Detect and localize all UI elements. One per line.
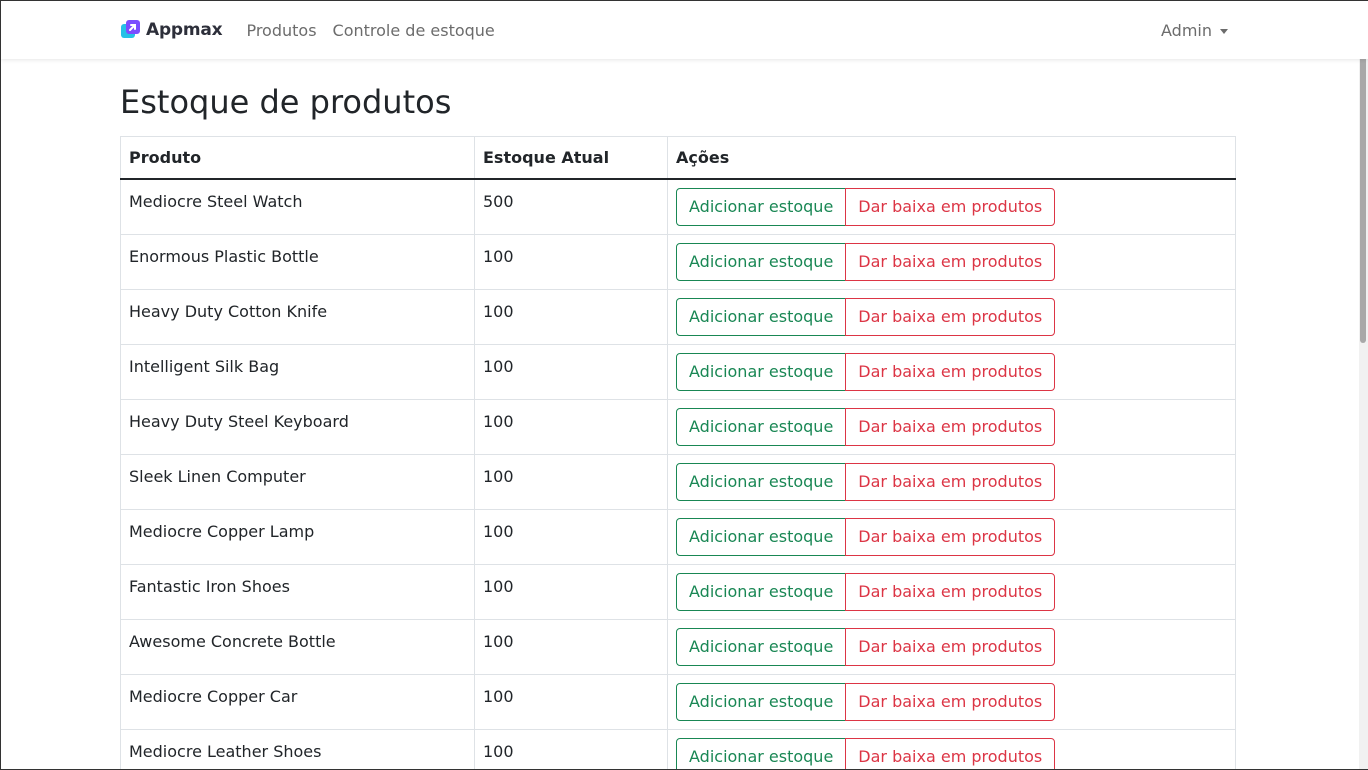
add-stock-button[interactable]: Adicionar estoque	[676, 517, 847, 556]
actions-button-group: Adicionar estoque Dar baixa em produtos	[676, 572, 1056, 611]
stock-table: Produto Estoque Atual Ações Mediocre Ste…	[120, 136, 1236, 769]
stock-value-cell: 100	[474, 563, 668, 620]
actions-button-group: Adicionar estoque Dar baixa em produtos	[676, 187, 1056, 226]
actions-button-group: Adicionar estoque Dar baixa em produtos	[676, 407, 1056, 446]
product-name-cell: Fantastic Iron Shoes	[120, 563, 475, 620]
add-stock-button[interactable]: Adicionar estoque	[676, 352, 847, 391]
brand-name: Appmax	[146, 20, 223, 40]
product-name-cell: Sleek Linen Computer	[120, 453, 475, 510]
table-head: Produto Estoque Atual Ações	[120, 136, 1236, 180]
nav-link-produtos[interactable]: Produtos	[238, 21, 324, 40]
table-row: Awesome Concrete Bottle 100 Adicionar esto…	[120, 618, 1236, 675]
add-stock-button[interactable]: Adicionar estoque	[676, 462, 847, 501]
actions-cell: Adicionar estoque Dar baixa em produtos	[667, 398, 1236, 455]
remove-stock-button[interactable]: Dar baixa em produtos	[845, 517, 1056, 556]
stock-value-cell: 100	[474, 728, 668, 769]
stock-value-cell: 100	[474, 453, 668, 510]
product-name-cell: Heavy Duty Cotton Knife	[120, 288, 475, 345]
stock-value-cell: 100	[474, 508, 668, 565]
header-estoque-atual: Estoque Atual	[474, 136, 668, 180]
stock-value-cell: 100	[474, 288, 668, 345]
table-row: Fantastic Iron Shoes 100 Adicionar estoque…	[120, 563, 1236, 620]
table-body: Mediocre Steel Watch 500 Adicionar estoque…	[120, 178, 1236, 769]
actions-cell: Adicionar estoque Dar baixa em produtos	[667, 233, 1236, 290]
stock-value-cell: 100	[474, 673, 668, 730]
appmax-logo-icon	[121, 20, 140, 38]
actions-cell: Adicionar estoque Dar baixa em produtos	[667, 343, 1236, 400]
actions-cell: Adicionar estoque Dar baixa em produtos	[667, 618, 1236, 675]
stock-value-cell: 100	[474, 343, 668, 400]
stock-value-cell: 100	[474, 398, 668, 455]
nav-link-controle-estoque[interactable]: Controle de estoque	[325, 21, 503, 40]
stock-value-cell: 100	[474, 233, 668, 290]
actions-cell: Adicionar estoque Dar baixa em produtos	[667, 453, 1236, 510]
add-stock-button[interactable]: Adicionar estoque	[676, 407, 847, 446]
add-stock-button[interactable]: Adicionar estoque	[676, 297, 847, 336]
table-row: Mediocre Leather Shoes 100 Adicionar estoq…	[120, 728, 1236, 769]
product-name-cell: Enormous Plastic Bottle	[120, 233, 475, 290]
add-stock-button[interactable]: Adicionar estoque	[676, 242, 847, 281]
add-stock-button[interactable]: Adicionar estoque	[676, 682, 847, 721]
table-row: Sleek Linen Computer 100 Adicionar estoque…	[120, 453, 1236, 510]
page-scrollbar[interactable]	[1359, 1, 1368, 769]
remove-stock-button[interactable]: Dar baixa em produtos	[845, 737, 1056, 769]
brand-logo-link[interactable]: Appmax	[120, 19, 223, 41]
product-name-cell: Awesome Concrete Bottle	[120, 618, 475, 675]
add-stock-button[interactable]: Adicionar estoque	[676, 572, 847, 611]
actions-button-group: Adicionar estoque Dar baixa em produtos	[676, 682, 1056, 721]
actions-cell: Adicionar estoque Dar baixa em produtos	[667, 178, 1236, 235]
page-title: Estoque de produtos	[120, 83, 452, 121]
top-navbar: Appmax Produtos Controle de estoque Admi…	[1, 1, 1368, 59]
table-row: Heavy Duty Cotton Knife 100 Adicionar esto…	[120, 288, 1236, 345]
table-row: Enormous Plastic Bottle 100 Adicionar esto…	[120, 233, 1236, 290]
table-header-row: Produto Estoque Atual Ações	[120, 136, 1236, 180]
actions-cell: Adicionar estoque Dar baixa em produtos	[667, 508, 1236, 565]
remove-stock-button[interactable]: Dar baixa em produtos	[845, 682, 1056, 721]
product-name-cell: Heavy Duty Steel Keyboard	[120, 398, 475, 455]
actions-cell: Adicionar estoque Dar baixa em produtos	[667, 563, 1236, 620]
product-name-cell: Intelligent Silk Bag	[120, 343, 475, 400]
app-frame: Appmax Produtos Controle de estoque Admi…	[0, 0, 1368, 770]
user-menu-dropdown[interactable]: Admin	[1161, 21, 1228, 40]
product-name-cell: Mediocre Copper Lamp	[120, 508, 475, 565]
product-name-cell: Mediocre Copper Car	[120, 673, 475, 730]
add-stock-button[interactable]: Adicionar estoque	[676, 627, 847, 666]
actions-button-group: Adicionar estoque Dar baixa em produtos	[676, 297, 1056, 336]
table-row: Mediocre Copper Car 100 Adicionar estoque D…	[120, 673, 1236, 730]
remove-stock-button[interactable]: Dar baixa em produtos	[845, 297, 1056, 336]
actions-cell: Adicionar estoque Dar baixa em produtos	[667, 728, 1236, 769]
add-stock-button[interactable]: Adicionar estoque	[676, 187, 847, 226]
table-row: Mediocre Steel Watch 500 Adicionar estoque…	[120, 178, 1236, 235]
remove-stock-button[interactable]: Dar baixa em produtos	[845, 462, 1056, 501]
remove-stock-button[interactable]: Dar baixa em produtos	[845, 407, 1056, 446]
user-menu-label: Admin	[1161, 20, 1212, 40]
actions-button-group: Adicionar estoque Dar baixa em produtos	[676, 462, 1056, 501]
stock-value-cell: 500	[474, 178, 668, 235]
remove-stock-button[interactable]: Dar baixa em produtos	[845, 572, 1056, 611]
stock-value-cell: 100	[474, 618, 668, 675]
product-name-cell: Mediocre Steel Watch	[120, 178, 475, 235]
remove-stock-button[interactable]: Dar baixa em produtos	[845, 187, 1056, 226]
table-row: Mediocre Copper Lamp 100 Adicionar estoque…	[120, 508, 1236, 565]
actions-button-group: Adicionar estoque Dar baixa em produtos	[676, 737, 1056, 769]
table-row: Heavy Duty Steel Keyboard 100 Adicionar es…	[120, 398, 1236, 455]
remove-stock-button[interactable]: Dar baixa em produtos	[845, 352, 1056, 391]
product-name-cell: Mediocre Leather Shoes	[120, 728, 475, 769]
table-row: Intelligent Silk Bag 100 Adicionar estoque…	[120, 343, 1236, 400]
header-acoes: Ações	[667, 136, 1236, 180]
remove-stock-button[interactable]: Dar baixa em produtos	[845, 242, 1056, 281]
main-content: Estoque de produtos Produto Estoque Atua…	[120, 59, 1236, 769]
caret-down-icon	[1220, 28, 1228, 34]
remove-stock-button[interactable]: Dar baixa em produtos	[845, 627, 1056, 666]
add-stock-button[interactable]: Adicionar estoque	[676, 737, 847, 769]
actions-cell: Adicionar estoque Dar baixa em produtos	[667, 673, 1236, 730]
actions-button-group: Adicionar estoque Dar baixa em produtos	[676, 242, 1056, 281]
actions-button-group: Adicionar estoque Dar baixa em produtos	[676, 627, 1056, 666]
navbar-inner: Appmax Produtos Controle de estoque Admi…	[120, 1, 1236, 59]
actions-cell: Adicionar estoque Dar baixa em produtos	[667, 288, 1236, 345]
actions-button-group: Adicionar estoque Dar baixa em produtos	[676, 352, 1056, 391]
actions-button-group: Adicionar estoque Dar baixa em produtos	[676, 517, 1056, 556]
header-produto: Produto	[120, 136, 475, 180]
